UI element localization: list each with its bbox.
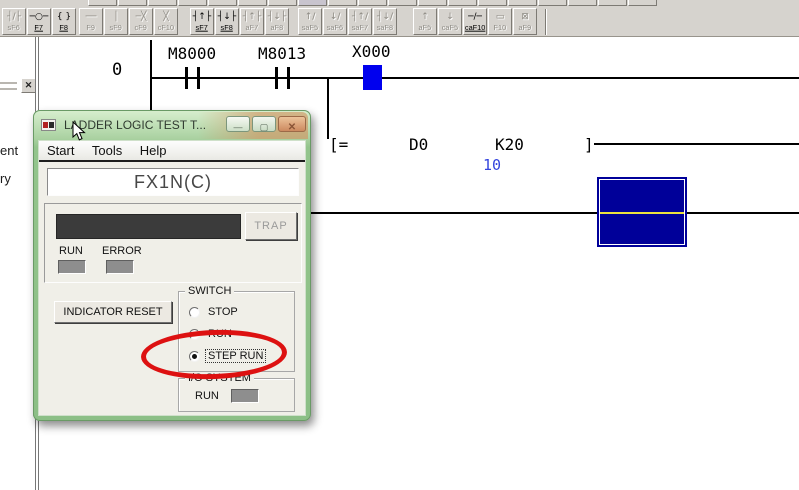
toolbar-button-down-arrow[interactable]: ↓caF5	[438, 8, 462, 35]
trap-button[interactable]: TRAP	[245, 212, 297, 240]
coil-icon: ─○─	[30, 12, 49, 23]
toolbar-button-vertical-line[interactable]: │sF9	[104, 8, 128, 35]
contact-x000-label: X000	[352, 42, 391, 61]
toolbar-button-up-arrow[interactable]: ↑aF5	[413, 8, 437, 35]
application-instruction-icon: { }	[57, 12, 71, 23]
falling-pulse-negated-icon: ↓/	[330, 12, 341, 23]
toolbar-button-falling-pulse-negated[interactable]: ↓/saF6	[323, 8, 347, 35]
radio-stop-dot[interactable]	[189, 307, 200, 318]
error-led	[106, 260, 134, 274]
application-window: ┤/├sF6 ─○─F7 { }F8 ──F9 │sF9 ─╳cF9 ╳cF10…	[0, 0, 799, 490]
app-icon	[41, 119, 56, 131]
toolbar-button-rising-pulse[interactable]: ┤↑├sF7	[190, 8, 214, 35]
io-run-led	[231, 389, 259, 403]
menu-help[interactable]: Help	[140, 143, 167, 158]
up-arrow-icon: ↑	[421, 12, 429, 23]
rung-number: 0	[112, 60, 122, 80]
toolbar-button-parallel-falling-pulse[interactable]: ┤↓├aF8	[265, 8, 289, 35]
error-led-label: ERROR	[102, 245, 142, 257]
down-arrow-icon: ↓	[446, 12, 454, 23]
radio-stop[interactable]: STOP	[189, 306, 240, 318]
toolbar-button-draw-line[interactable]: ▭F10	[488, 8, 512, 35]
contact-m8013[interactable]	[275, 65, 291, 91]
indicator-reset-button[interactable]: INDICATOR RESET	[54, 301, 172, 323]
parallel-falling-pulse-icon: ┤↓├	[268, 12, 286, 23]
compare-operand2[interactable]: K20	[495, 135, 524, 154]
compare-output-wire	[594, 143, 799, 145]
maximize-icon: ▢	[260, 122, 269, 132]
toolbar-button-parallel-rising-pulse[interactable]: ┤↑├aF7	[240, 8, 264, 35]
dialog-menu-bar: Start Tools Help	[39, 141, 305, 162]
toolbar-row-partial	[0, 0, 799, 7]
switch-group-title: SWITCH	[185, 285, 234, 297]
contact-m8013-label: M8013	[258, 44, 306, 63]
minimize-button[interactable]: —	[226, 116, 250, 132]
led-indicator-panel: TRAP RUN ERROR	[44, 203, 302, 283]
run-led-label: RUN	[59, 245, 83, 257]
contact-m8000[interactable]	[185, 65, 201, 91]
left-bus-bar	[150, 40, 152, 110]
tree-item-fragment: ent	[0, 143, 20, 158]
plc-type-text: FX1N(C)	[134, 172, 212, 192]
draw-line-icon: ▭	[496, 12, 505, 23]
compare-operand1[interactable]: D0	[409, 135, 428, 154]
plc-type-display: FX1N(C)	[47, 168, 299, 196]
minimize-icon: —	[234, 122, 243, 132]
panel-grip-handle[interactable]	[0, 82, 17, 90]
toolbar-button-horizontal-line[interactable]: ──F9	[79, 8, 103, 35]
toolbar-button-delete-horizontal-line[interactable]: ─╳cF9	[129, 8, 153, 35]
led-display	[56, 214, 241, 239]
toolbar-button-delete-block[interactable]: ⊠aF9	[513, 8, 537, 35]
compare-open-bracket: [=	[329, 135, 348, 154]
run-led	[58, 260, 86, 274]
menu-start[interactable]: Start	[47, 143, 74, 158]
monitor-value-d0: 10	[483, 156, 501, 174]
maximize-button[interactable]: ▢	[252, 116, 276, 132]
parallel-nc-contact-icon: ┤/├	[7, 12, 21, 23]
toolbar-button-coil[interactable]: ─○─F7	[27, 8, 51, 35]
toolbar-button-parallel-rising-negated[interactable]: ┤↑/saF7	[348, 8, 372, 35]
mouse-cursor	[72, 121, 88, 143]
toolbar-button-delete-line[interactable]: ─/─caF10	[463, 8, 487, 35]
toolbar-separator	[545, 9, 547, 35]
rung-wire	[150, 77, 799, 79]
parallel-rising-pulse-icon: ┤↑├	[243, 12, 261, 23]
branch-wire	[327, 77, 329, 139]
toolbar-button-delete-vertical-line[interactable]: ╳cF10	[154, 8, 178, 35]
delete-block-icon: ⊠	[521, 12, 529, 23]
toolbar-button-application-instruction[interactable]: { }F8	[52, 8, 76, 35]
close-icon: ✕	[25, 80, 33, 90]
tree-item-fragment: ry	[0, 171, 20, 186]
delete-vertical-line-icon: ╳	[163, 12, 168, 23]
rising-pulse-negated-icon: ↑/	[305, 12, 316, 23]
rising-pulse-icon: ┤↑├	[193, 12, 211, 23]
close-icon: ✕	[288, 122, 296, 133]
io-run-label: RUN	[195, 390, 219, 402]
panel-close-button[interactable]: ✕	[21, 78, 36, 93]
toolbar-button-rising-pulse-negated[interactable]: ↑/saF5	[298, 8, 322, 35]
io-system-group: I/O SYSTEM RUN	[178, 378, 295, 412]
parallel-rising-negated-icon: ┤↑/	[352, 12, 368, 23]
toolbar-button-parallel-falling-negated[interactable]: ┤↓/saF8	[373, 8, 397, 35]
toolbar-button-falling-pulse[interactable]: ┤↓├sF8	[215, 8, 239, 35]
toolbar-button-parallel-nc-contact[interactable]: ┤/├sF6	[2, 8, 26, 35]
ladder-symbol-toolbar: ┤/├sF6 ─○─F7 { }F8 ──F9 │sF9 ─╳cF9 ╳cF10…	[0, 0, 799, 37]
falling-pulse-icon: ┤↓├	[218, 12, 236, 23]
highlighted-wire-segment	[600, 212, 684, 214]
parallel-falling-negated-icon: ┤↓/	[377, 12, 393, 23]
delete-horizontal-line-icon: ─╳	[136, 12, 147, 23]
compare-close-bracket: ]	[584, 135, 594, 154]
contact-m8000-label: M8000	[168, 44, 216, 63]
menu-tools[interactable]: Tools	[92, 143, 122, 158]
contact-x000-energized[interactable]	[363, 65, 382, 90]
delete-line-icon: ─/─	[468, 12, 482, 23]
horizontal-line-icon: ──	[86, 12, 97, 23]
close-button[interactable]: ✕	[278, 116, 306, 132]
vertical-line-icon: │	[113, 12, 118, 23]
